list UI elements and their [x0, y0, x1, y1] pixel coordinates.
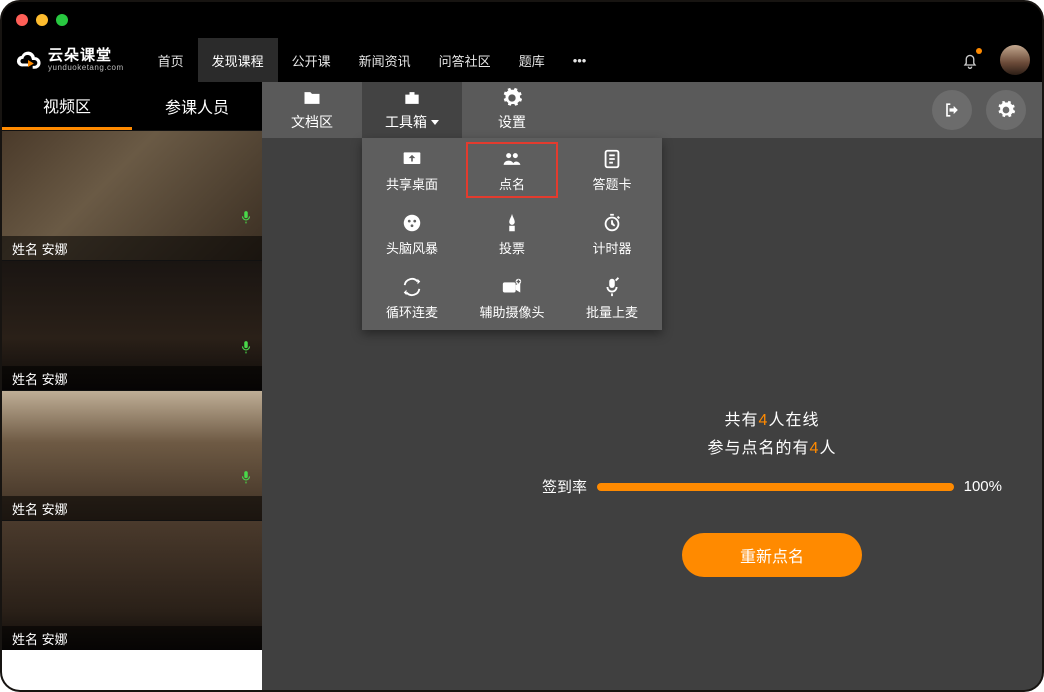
participate-suffix: 人 — [819, 440, 836, 457]
chevron-down-icon — [431, 120, 439, 125]
tool-rollcall[interactable]: 点名 — [462, 138, 562, 202]
online-suffix: 人在线 — [768, 412, 819, 429]
tool-brainstorm[interactable]: 头脑风暴 — [362, 202, 462, 266]
mic-icon — [238, 466, 254, 488]
batch-mic-icon — [599, 276, 625, 298]
rate-value: 100% — [964, 478, 1002, 495]
online-prefix: 共有 — [725, 412, 759, 429]
tab-documents[interactable]: 文档区 — [262, 82, 362, 138]
camera-plus-icon — [499, 276, 525, 298]
brand-name: 云朵课堂 — [48, 48, 124, 63]
nav-home[interactable]: 首页 — [144, 38, 198, 82]
tool-timer[interactable]: 计时器 — [562, 202, 662, 266]
video-label: 姓名 安娜 — [2, 626, 262, 650]
tool-share-screen[interactable]: 共享桌面 — [362, 138, 462, 202]
window-max-dot[interactable] — [56, 14, 68, 26]
rollcall-panel: 共有4人在线 参与点名的有4人 签到率 100% 重新点名 — [542, 402, 1002, 577]
re-rollcall-button[interactable]: 重新点名 — [682, 533, 862, 577]
mic-icon — [238, 336, 254, 358]
window-close-dot[interactable] — [16, 14, 28, 26]
video-label: 姓名 安娜 — [2, 496, 262, 520]
online-count: 4 — [759, 412, 769, 429]
nav-library[interactable]: 题库 — [505, 38, 559, 82]
people-icon — [499, 148, 525, 170]
nav-more[interactable]: ••• — [559, 38, 601, 82]
top-nav: 云朵课堂 yunduoketang.com 首页 发现课程 公开课 新闻资讯 问… — [2, 38, 1042, 82]
tab-participants[interactable]: 参课人员 — [132, 82, 262, 130]
tool-batch-mic[interactable]: 批量上麦 — [562, 266, 662, 330]
video-tile[interactable]: 姓名 安娜 — [2, 260, 262, 390]
main-panel: 文档区 工具箱 设置 — [262, 82, 1042, 690]
tool-aux-camera[interactable]: 辅助摄像头 — [462, 266, 562, 330]
answer-card-icon — [599, 148, 625, 170]
rate-label: 签到率 — [542, 476, 587, 497]
folder-icon — [300, 88, 324, 108]
toolbox-icon — [400, 88, 424, 108]
gear-icon — [500, 88, 524, 108]
tab-toolbox[interactable]: 工具箱 — [362, 82, 462, 138]
exit-button[interactable] — [932, 90, 972, 130]
main-tabs: 文档区 工具箱 设置 — [262, 82, 1042, 138]
tool-answer-card[interactable]: 答题卡 — [562, 138, 662, 202]
video-tile[interactable]: 姓名 安娜 — [2, 520, 262, 650]
nav-open-class[interactable]: 公开课 — [278, 38, 345, 82]
window-min-dot[interactable] — [36, 14, 48, 26]
brand-sub: yunduoketang.com — [48, 63, 124, 72]
participate-count: 4 — [810, 440, 820, 457]
notification-dot — [976, 48, 982, 54]
cloud-icon — [14, 46, 42, 74]
tab-video-area[interactable]: 视频区 — [2, 82, 132, 130]
brand-logo[interactable]: 云朵课堂 yunduoketang.com — [8, 46, 130, 74]
toolbox-dropdown: 共享桌面 点名 答题卡 头脑风暴 — [362, 138, 662, 330]
loop-mic-icon — [399, 276, 425, 298]
share-screen-icon — [399, 148, 425, 170]
avatar[interactable] — [1000, 45, 1030, 75]
brainstorm-icon — [399, 212, 425, 234]
video-tile[interactable]: 姓名 安娜 — [2, 130, 262, 260]
video-label: 姓名 安娜 — [2, 366, 262, 390]
participate-prefix: 参与点名的有 — [708, 440, 810, 457]
nav-discover[interactable]: 发现课程 — [198, 38, 278, 82]
tool-loop-mic[interactable]: 循环连麦 — [362, 266, 462, 330]
video-label: 姓名 安娜 — [2, 236, 262, 260]
bell-icon[interactable] — [954, 44, 986, 76]
video-list: 姓名 安娜 姓名 安娜 姓名 安娜 姓名 安娜 — [2, 130, 262, 690]
tool-vote[interactable]: 投票 — [462, 202, 562, 266]
left-panel: 视频区 参课人员 姓名 安娜 姓名 安娜 — [2, 82, 262, 690]
tab-settings[interactable]: 设置 — [462, 82, 562, 138]
nav-qa[interactable]: 问答社区 — [425, 38, 505, 82]
vote-icon — [499, 212, 525, 234]
video-empty-slot — [2, 650, 262, 690]
nav-news[interactable]: 新闻资讯 — [345, 38, 425, 82]
mic-icon — [238, 206, 254, 228]
progress-bar — [597, 483, 954, 491]
settings-button[interactable] — [986, 90, 1026, 130]
window-titlebar — [2, 2, 1042, 38]
video-tile[interactable]: 姓名 安娜 — [2, 390, 262, 520]
timer-icon — [599, 212, 625, 234]
